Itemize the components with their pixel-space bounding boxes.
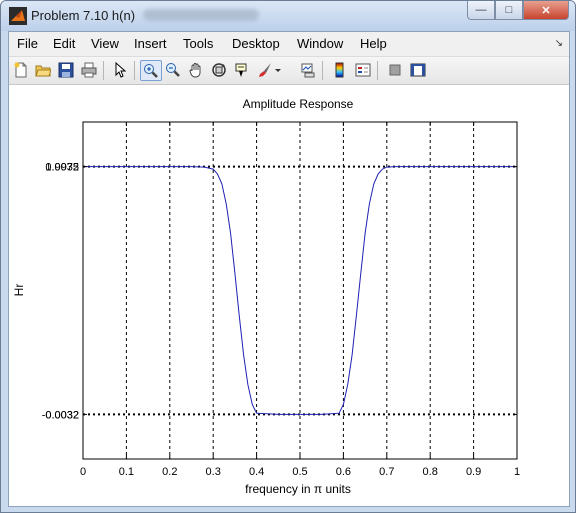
- menu-help[interactable]: Help: [360, 36, 387, 51]
- new-figure-icon[interactable]: [11, 60, 31, 80]
- matlab-logo-icon: [9, 7, 27, 25]
- edit-plot-arrow-icon[interactable]: [110, 60, 130, 80]
- x-tick-label: 0.3: [206, 466, 221, 478]
- pan-hand-icon[interactable]: [186, 60, 206, 80]
- menu-desktop[interactable]: Desktop: [232, 36, 280, 51]
- x-tick-label: 0.6: [336, 466, 351, 478]
- x-tick-label: 0.8: [423, 466, 438, 478]
- grid-lines: [83, 122, 517, 459]
- brush-dropdown-icon[interactable]: [273, 60, 283, 80]
- figure-canvas: Amplitude Response 0 0.1 0.2 0.3 0.4 0.5 0.6 0.…: [9, 85, 569, 506]
- menu-tools[interactable]: Tools: [183, 36, 213, 51]
- maximize-button[interactable]: □: [495, 1, 523, 20]
- open-file-icon[interactable]: [33, 60, 53, 80]
- menu-bar: File Edit View Insert Tools Desktop Wind…: [9, 32, 569, 57]
- hide-plot-tools-icon[interactable]: [385, 60, 405, 80]
- toolbar-separator: [377, 61, 378, 80]
- figure-window: Problem 7.10 h(n) — □ ✕ File Edit View I…: [0, 0, 576, 513]
- menu-edit[interactable]: Edit: [53, 36, 75, 51]
- show-plot-tools-icon[interactable]: [408, 60, 428, 80]
- x-axis-label: frequency in π units: [245, 482, 351, 496]
- save-icon[interactable]: [56, 60, 76, 80]
- close-button[interactable]: ✕: [523, 1, 569, 20]
- colorbar-icon[interactable]: [330, 60, 350, 80]
- y-axis-label: Hr: [12, 284, 26, 297]
- x-tick-label: 0: [80, 466, 86, 478]
- figure-client-area: File Edit View Insert Tools Desktop Wind…: [8, 31, 570, 507]
- x-tick-label: 0.4: [249, 466, 264, 478]
- menu-window[interactable]: Window: [297, 36, 343, 51]
- menu-view[interactable]: View: [91, 36, 119, 51]
- zoom-in-icon[interactable]: [140, 60, 162, 81]
- legend-icon[interactable]: [353, 60, 373, 80]
- menu-insert[interactable]: Insert: [134, 36, 167, 51]
- print-icon[interactable]: [79, 60, 99, 80]
- x-tick-label: 0.9: [466, 466, 481, 478]
- x-tick-label: 0.1: [119, 466, 134, 478]
- y-tick-label: 0.0032: [45, 409, 79, 421]
- title-bar[interactable]: Problem 7.10 h(n) — □ ✕: [1, 1, 575, 31]
- title-redacted: [143, 9, 259, 21]
- window-title: Problem 7.10 h(n): [31, 8, 136, 23]
- menu-file[interactable]: File: [17, 36, 38, 51]
- data-cursor-icon[interactable]: [232, 60, 252, 80]
- zoom-out-icon[interactable]: [163, 60, 183, 80]
- x-tick-label: 0.5: [292, 466, 307, 478]
- y-tick-label: 1.0032: [45, 162, 79, 174]
- brush-icon[interactable]: [255, 60, 275, 80]
- figure-toolbar: [9, 57, 569, 85]
- x-tick-label: 0.2: [162, 466, 177, 478]
- x-tick-label: 0.7: [379, 466, 394, 478]
- link-plot-icon[interactable]: [298, 60, 318, 80]
- dock-arrow-icon[interactable]: ↘: [555, 38, 563, 49]
- x-tick-label: 1: [514, 466, 520, 478]
- toolbar-separator: [103, 61, 104, 80]
- chart-title: Amplitude Response: [243, 97, 354, 111]
- toolbar-separator: [134, 61, 135, 80]
- rotate-3d-icon[interactable]: [209, 60, 229, 80]
- toolbar-separator: [322, 61, 323, 80]
- minimize-button[interactable]: —: [467, 1, 495, 20]
- axes-plot[interactable]: Amplitude Response 0 0.1 0.2 0.3 0.4 0.5 0.6 0.…: [9, 85, 569, 506]
- y-ticks: 0.99751.0032-0.00320.0032: [42, 162, 517, 421]
